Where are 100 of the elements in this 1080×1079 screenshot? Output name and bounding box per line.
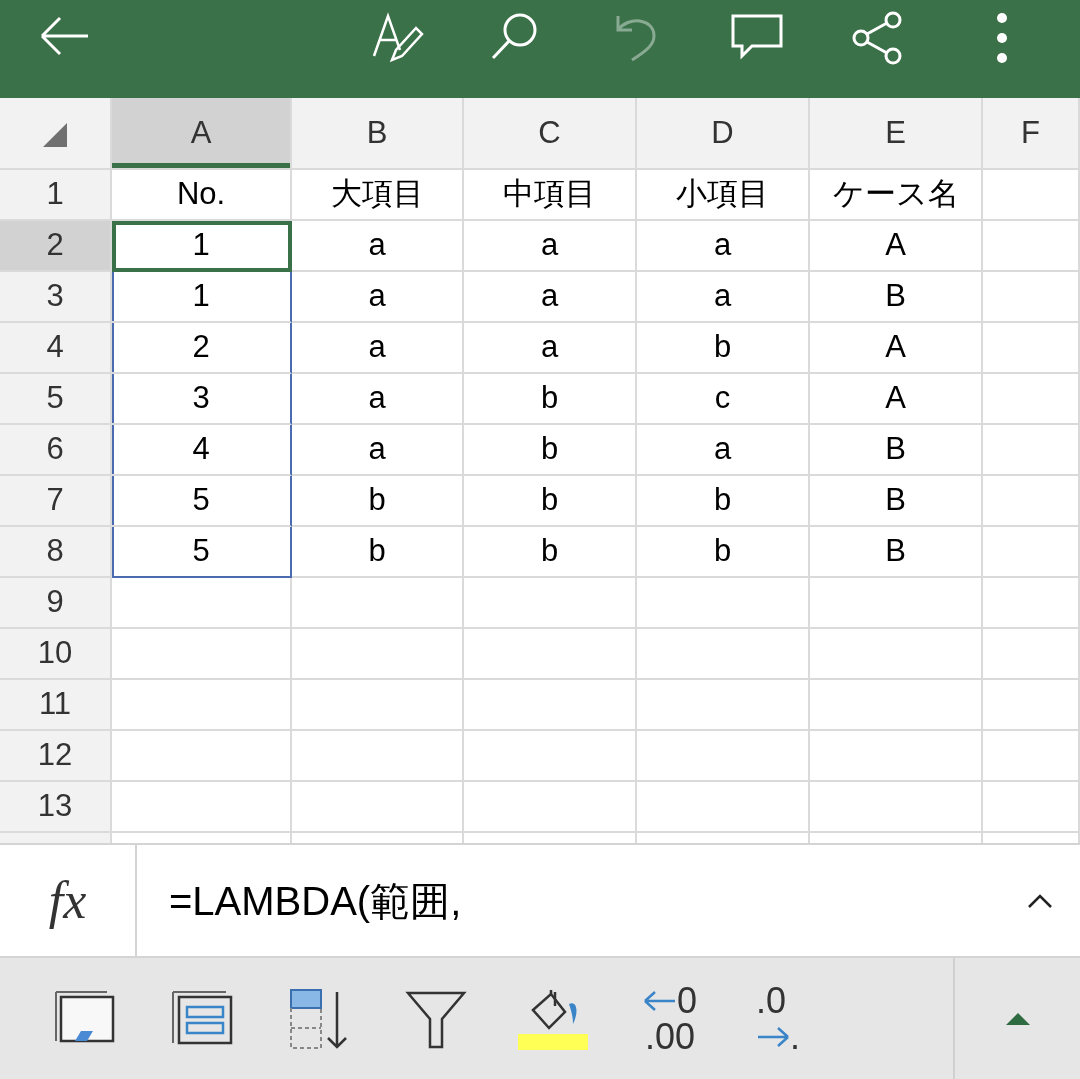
row-header[interactable]: 8 bbox=[0, 527, 112, 578]
column-header[interactable]: A bbox=[112, 98, 292, 170]
table-cell[interactable]: ケース名 bbox=[810, 170, 983, 221]
table-cell[interactable]: 1 bbox=[112, 272, 292, 323]
table-cell[interactable] bbox=[464, 629, 637, 680]
table-cell[interactable] bbox=[983, 323, 1080, 374]
table-cell[interactable]: 中項目 bbox=[464, 170, 637, 221]
table-cell[interactable]: a bbox=[292, 323, 464, 374]
table-cell[interactable] bbox=[637, 680, 810, 731]
table-cell[interactable] bbox=[292, 629, 464, 680]
table-cell[interactable]: 3 bbox=[112, 374, 292, 425]
increase-decimal-button[interactable]: 0 .00 bbox=[625, 978, 715, 1059]
table-cell[interactable] bbox=[983, 782, 1080, 833]
table-cell[interactable]: a bbox=[292, 425, 464, 476]
table-cell[interactable]: 5 bbox=[112, 476, 292, 527]
row-header[interactable]: 5 bbox=[0, 374, 112, 425]
table-cell[interactable] bbox=[983, 476, 1080, 527]
decrease-decimal-button[interactable]: .0 . bbox=[742, 978, 832, 1059]
table-cell[interactable]: a bbox=[464, 323, 637, 374]
table-cell[interactable] bbox=[983, 425, 1080, 476]
table-cell[interactable] bbox=[292, 578, 464, 629]
table-cell[interactable]: B bbox=[810, 425, 983, 476]
table-cell[interactable] bbox=[810, 680, 983, 731]
table-cell[interactable] bbox=[983, 527, 1080, 578]
table-cell[interactable]: 4 bbox=[112, 425, 292, 476]
table-cell[interactable]: b bbox=[464, 527, 637, 578]
row-header[interactable]: 6 bbox=[0, 425, 112, 476]
table-cell[interactable] bbox=[983, 680, 1080, 731]
row-header[interactable]: 3 bbox=[0, 272, 112, 323]
table-cell[interactable] bbox=[637, 629, 810, 680]
table-cell[interactable] bbox=[464, 782, 637, 833]
table-cell[interactable]: b bbox=[292, 527, 464, 578]
row-header[interactable]: 10 bbox=[0, 629, 112, 680]
table-cell[interactable] bbox=[983, 170, 1080, 221]
row-header[interactable]: 1 bbox=[0, 170, 112, 221]
table-cell[interactable]: A bbox=[810, 374, 983, 425]
table-cell[interactable]: No. bbox=[112, 170, 292, 221]
row-header[interactable]: 13 bbox=[0, 782, 112, 833]
table-cell[interactable]: a bbox=[637, 425, 810, 476]
table-cell[interactable] bbox=[112, 731, 292, 782]
table-cell[interactable] bbox=[464, 578, 637, 629]
table-cell[interactable]: a bbox=[292, 221, 464, 272]
table-cell[interactable]: B bbox=[810, 272, 983, 323]
table-cell[interactable]: b bbox=[464, 374, 637, 425]
table-cell[interactable]: b bbox=[464, 476, 637, 527]
table-cell[interactable] bbox=[983, 629, 1080, 680]
formula-field[interactable]: =LAMBDA(範囲, bbox=[169, 870, 462, 931]
table-cell[interactable] bbox=[292, 782, 464, 833]
table-cell[interactable]: A bbox=[810, 323, 983, 374]
table-cell[interactable]: B bbox=[810, 476, 983, 527]
table-cell[interactable] bbox=[810, 782, 983, 833]
table-cell[interactable] bbox=[983, 272, 1080, 323]
table-cell[interactable] bbox=[112, 680, 292, 731]
row-header[interactable]: 11 bbox=[0, 680, 112, 731]
table-cell[interactable] bbox=[637, 731, 810, 782]
table-cell[interactable] bbox=[112, 578, 292, 629]
row-header[interactable]: 7 bbox=[0, 476, 112, 527]
column-header[interactable]: D bbox=[637, 98, 810, 170]
table-cell[interactable]: b bbox=[464, 425, 637, 476]
table-cell[interactable]: b bbox=[637, 527, 810, 578]
table-cell[interactable]: a bbox=[464, 272, 637, 323]
table-cell[interactable] bbox=[637, 578, 810, 629]
table-cell[interactable] bbox=[112, 782, 292, 833]
table-cell[interactable] bbox=[810, 731, 983, 782]
column-header[interactable]: F bbox=[983, 98, 1080, 170]
table-cell[interactable]: c bbox=[637, 374, 810, 425]
row-header[interactable]: 4 bbox=[0, 323, 112, 374]
table-cell[interactable]: a bbox=[464, 221, 637, 272]
table-cell[interactable]: A bbox=[810, 221, 983, 272]
row-header[interactable]: 12 bbox=[0, 731, 112, 782]
row-header[interactable]: 9 bbox=[0, 578, 112, 629]
column-header[interactable]: E bbox=[810, 98, 983, 170]
table-cell[interactable]: B bbox=[810, 527, 983, 578]
table-cell[interactable] bbox=[983, 731, 1080, 782]
table-cell[interactable]: a bbox=[292, 374, 464, 425]
table-cell[interactable]: a bbox=[292, 272, 464, 323]
table-cell[interactable] bbox=[983, 578, 1080, 629]
table-cell[interactable] bbox=[112, 629, 292, 680]
table-cell[interactable]: 5 bbox=[112, 527, 292, 578]
table-cell[interactable] bbox=[637, 782, 810, 833]
table-cell[interactable] bbox=[292, 731, 464, 782]
table-cell[interactable]: a bbox=[637, 221, 810, 272]
table-cell[interactable] bbox=[292, 680, 464, 731]
table-cell[interactable] bbox=[810, 629, 983, 680]
table-cell[interactable] bbox=[983, 221, 1080, 272]
table-cell[interactable] bbox=[464, 731, 637, 782]
table-cell[interactable]: 小項目 bbox=[637, 170, 810, 221]
table-cell[interactable] bbox=[983, 374, 1080, 425]
row-header[interactable]: 2 bbox=[0, 221, 112, 272]
table-cell[interactable]: a bbox=[637, 272, 810, 323]
table-cell[interactable]: 大項目 bbox=[292, 170, 464, 221]
column-header[interactable]: B bbox=[292, 98, 464, 170]
table-cell[interactable]: b bbox=[637, 323, 810, 374]
table-cell[interactable] bbox=[810, 578, 983, 629]
table-cell[interactable] bbox=[464, 680, 637, 731]
table-cell[interactable]: 1 bbox=[112, 221, 292, 272]
table-cell[interactable]: b bbox=[292, 476, 464, 527]
table-cell[interactable]: b bbox=[637, 476, 810, 527]
select-all-icon[interactable] bbox=[42, 122, 68, 148]
column-header[interactable]: C bbox=[464, 98, 637, 170]
